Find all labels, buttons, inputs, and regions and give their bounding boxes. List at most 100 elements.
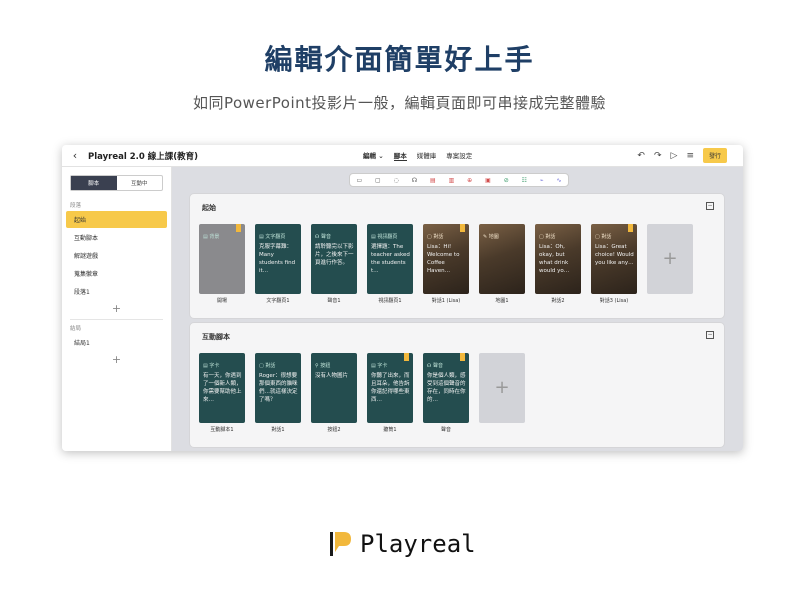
audio-icon[interactable]: ☊ [412,177,417,184]
publish-button[interactable]: 發行 [702,148,727,163]
slide-card[interactable]: ⚲ 按鈕 沒有人物圖片 按鈕2 [311,353,357,433]
slide-card[interactable]: ▢ 對話 Lisa：Hi! Welcome to Coffee Haven… 對話1… [423,224,469,304]
section-start-panel: 起始 − ▤ 背景 開場 ▤ 文字翻頁 克服字幕難：Many students fin… [189,193,725,319]
slide-card[interactable]: ☊ 聲音 請聆聽完以下影片，之後來下一頁進行作答。 聲音1 [311,224,357,304]
slide-card[interactable]: ☊ 聲音 你是個人類，感受到這個聲音的存在，同時在你的… 聲音 [423,353,469,433]
slide-label: 對話1 [271,427,285,433]
slide-card[interactable]: ▤ 視訊翻頁 選擇題：The teacher asked the students… [367,224,413,304]
slide-card[interactable]: ▤ 字卡 你聽了出來，而且耳朵，他告訴你還記得哪些東西… 聽筒1 [367,353,413,433]
dialog-icon[interactable]: ▢ [375,177,381,184]
wave-icon[interactable]: ∿ [556,177,561,184]
slide-type: ▤ 文字翻頁 [259,234,286,240]
slide-card[interactable]: ✎ 地圖地圖1 [479,224,525,304]
slide-thumbnail[interactable]: ▢ 對話 Lisa：Oh, okay, but what drink would … [535,224,581,294]
menu-media-library[interactable]: 媒體庫 [417,150,437,161]
undo-icon[interactable]: ↶ [637,151,645,161]
menu-script[interactable]: 腳本 [393,150,407,161]
sidebar-group-sections: 段落 [70,203,82,209]
sidebar-item-section-1[interactable]: 段落1 [66,283,167,300]
slide-type: ▤ 背景 [203,234,220,240]
sidebar-item-interactive-script[interactable]: 互動腳本 [66,229,167,246]
sidebar-item-start[interactable]: 起始 [66,211,167,228]
list-icon[interactable]: ☷ [522,177,527,184]
bookmark-icon [628,224,633,232]
slide-text [483,243,523,277]
slide-text: 沒有人物圖片 [315,373,349,379]
text-box-icon[interactable]: ▭ [356,177,362,184]
add-section-button[interactable]: + [62,302,171,315]
playreal-logo-icon [330,530,352,558]
bookmark-icon [460,224,465,232]
shape-icon[interactable]: ◌ [394,177,399,184]
slide-thumbnail[interactable]: ⚲ 按鈕 沒有人物圖片 [311,353,357,423]
collapse-icon[interactable]: − [706,202,714,210]
play-icon[interactable]: ▷ [671,151,678,161]
editor-canvas: ▭ ▢ ◌ ☊ ▤ ▥ ⊕ ▣ ⊘ ☷ ⌁ ∿ 起始 − ▤ 背景 開場 ▤ 文字翻… [172,167,743,451]
slide-type: ✎ 地圖 [483,234,499,240]
slide-thumbnail[interactable]: ▢ 對話 Lisa：Hi! Welcome to Coffee Haven… [423,224,469,294]
collapse-icon[interactable]: − [706,331,714,339]
slide-card[interactable]: ▢ 對話 Lisa：Great choice! Would you like an… [591,224,637,304]
slide-card[interactable]: ▤ 文字翻頁 克服字幕難：Many students find it… 文字翻頁1 [255,224,301,304]
slide-thumbnail[interactable]: ▤ 視訊翻頁 選擇題：The teacher asked the students… [367,224,413,294]
sidebar-item-puzzle-game[interactable]: 解謎遊戲 [66,247,167,264]
slide-card[interactable]: ▤ 背景 開場 [199,224,245,304]
slide-label: 對話2 [551,298,565,304]
tab-script[interactable]: 腳本 [71,176,117,190]
section-interactive-panel: 互動腳本 − ▤ 字卡 有一天，你遇到了一個新人類，你需要幫助他上來… 互動腳本1 ▢… [189,322,725,448]
slide-thumbnail[interactable]: ▢ 對話 Roger：很想要那個東西的貓咪們…就這樣決定了嗎？ [255,353,301,423]
project-title: Playreal 2.0 線上課(教育) [88,151,199,162]
slide-label: 聲音 [440,427,451,433]
add-slide-tile[interactable]: + [647,224,693,294]
slide-type: ▢ 對話 [595,234,612,240]
menu-edit[interactable]: 編輯 ⌄ [363,150,384,161]
sidebar-item-ending-1[interactable]: 結局1 [66,334,167,351]
plus-icon: + [494,377,510,398]
slide-thumbnail[interactable]: ✎ 地圖 [479,224,525,294]
add-slide-button[interactable]: + [479,353,525,423]
slide-text [203,243,243,277]
brand-logo: Playreal [330,530,476,558]
slide-text: Lisa：Hi! Welcome to Coffee Haven… [427,244,460,274]
slide-thumbnail[interactable]: ▤ 字卡 你聽了出來，而且耳朵，他告訴你還記得哪些東西… [367,353,413,423]
add-slide-tile[interactable]: + [479,353,525,423]
slide-thumbnail[interactable]: ▤ 文字翻頁 克服字幕難：Many students find it… [255,224,301,294]
section-title: 起始 [202,204,216,212]
slide-thumbnail[interactable]: ▤ 字卡 有一天，你遇到了一個新人類，你需要幫助他上來… [199,353,245,423]
slide-card[interactable]: ▤ 字卡 有一天，你遇到了一個新人類，你需要幫助他上來… 互動腳本1 [199,353,245,433]
frame-icon[interactable]: ▣ [485,177,491,184]
redo-icon[interactable]: ↷ [654,151,662,161]
slide-text: 你是個人類，感受到這個聲音的存在，同時在你的… [427,373,466,403]
tab-interactive[interactable]: 互動中 [117,176,163,190]
back-arrow-icon[interactable]: ‹ [62,149,88,162]
slide-type: ▤ 視訊翻頁 [371,234,398,240]
slide-label: 地圖1 [495,298,509,304]
image-icon[interactable]: ▤ [430,177,436,184]
add-slide-button[interactable]: + [647,224,693,294]
slide-thumbnail[interactable]: ☊ 聲音 你是個人類，感受到這個聲音的存在，同時在你的… [423,353,469,423]
slide-thumbnail[interactable]: ▤ 背景 [199,224,245,294]
top-actions: ↶ ↷ ▷ ≡ 發行 [637,148,727,163]
menu-icon[interactable]: ≡ [686,151,694,161]
sidebar-item-collect-badges[interactable]: 蒐集徽章 [66,265,167,282]
sidebar-divider [70,319,163,320]
slide-card[interactable]: ▢ 對話 Lisa：Oh, okay, but what drink would … [535,224,581,304]
map-icon[interactable]: ⊘ [504,177,509,184]
slide-label: 對話3 (Lisa) [599,298,629,304]
slide-thumbnail[interactable]: ☊ 聲音 請聆聽完以下影片，之後來下一頁進行作答。 [311,224,357,294]
slide-label: 對話1 (Lisa) [431,298,461,304]
slide-type: ▢ 對話 [259,363,276,369]
video-icon[interactable]: ▥ [449,177,455,184]
quiz-icon[interactable]: ⌁ [540,177,544,184]
insert-toolbar: ▭ ▢ ◌ ☊ ▤ ▥ ⊕ ▣ ⊘ ☷ ⌁ ∿ [349,173,569,187]
bookmark-icon [236,224,241,232]
sidebar-tabs: 腳本 互動中 [70,175,163,191]
button-icon[interactable]: ⊕ [467,177,472,184]
slide-card[interactable]: ▢ 對話 Roger：很想要那個東西的貓咪們…就這樣決定了嗎？ 對話1 [255,353,301,433]
slide-thumbnail[interactable]: ▢ 對話 Lisa：Great choice! Would you like an… [591,224,637,294]
menu-project-settings[interactable]: 專案設定 [446,150,472,161]
bookmark-icon [404,353,409,361]
slide-type: ▤ 字卡 [203,363,220,369]
add-ending-button[interactable]: + [62,353,171,366]
slide-type: ☊ 聲音 [315,234,332,240]
